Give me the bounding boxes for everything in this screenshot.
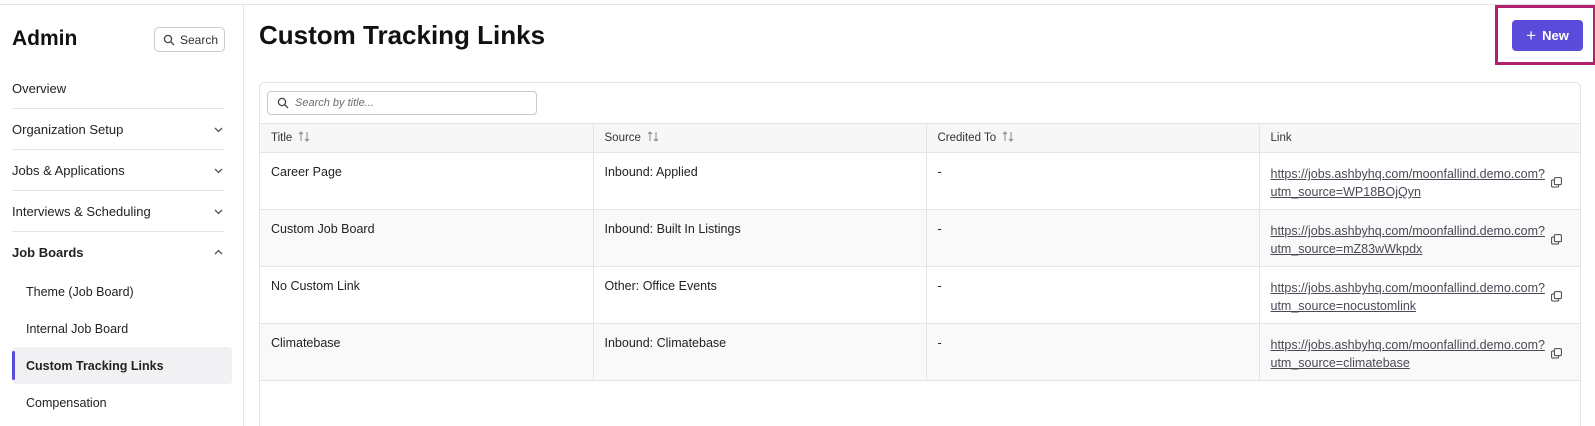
table-search-field[interactable]	[267, 91, 537, 115]
sort-icon[interactable]	[1002, 131, 1014, 145]
sidebar-item-organization-setup[interactable]: Organization Setup	[12, 109, 224, 150]
sort-icon[interactable]	[647, 131, 659, 145]
new-button-label: New	[1542, 28, 1569, 43]
cell-title: Career Page	[260, 152, 593, 210]
cell-credited-to: -	[925, 209, 1259, 267]
sidebar-item-label: Interviews & Scheduling	[12, 203, 151, 219]
chevron-down-icon	[214, 209, 223, 214]
link-line-1: https://jobs.ashbyhq.com/moonfallind.dem…	[1270, 224, 1545, 238]
sidebar-item-overview[interactable]: Overview	[12, 68, 224, 109]
column-header-label: Title	[271, 132, 293, 144]
table-row[interactable]: Career Page Inbound: Applied - https://j…	[260, 152, 1580, 210]
copy-icon[interactable]	[1551, 348, 1562, 359]
column-header-source[interactable]: Source	[592, 123, 926, 153]
tracking-link[interactable]: https://jobs.ashbyhq.com/moonfallind.dem…	[1271, 279, 1556, 315]
sidebar-subitem-theme[interactable]: Theme (Job Board)	[12, 273, 232, 310]
sidebar-item-label: Organization Setup	[12, 121, 124, 137]
search-icon	[277, 97, 289, 109]
cell-credited-to: -	[925, 152, 1259, 210]
tracking-link[interactable]: https://jobs.ashbyhq.com/moonfallind.dem…	[1271, 336, 1556, 372]
sidebar-subitem-custom-tracking-links[interactable]: Custom Tracking Links	[12, 347, 232, 384]
cell-title: Climatebase	[260, 323, 593, 381]
cell-link: https://jobs.ashbyhq.com/moonfallind.dem…	[1258, 266, 1580, 324]
link-line-2: utm_source=mZ83wWkpdx	[1270, 242, 1423, 256]
sort-icon[interactable]	[298, 131, 310, 145]
column-header-label: Credited To	[937, 132, 997, 144]
chevron-down-icon	[214, 127, 223, 132]
plus-icon: +	[1526, 26, 1537, 45]
table-row[interactable]: Custom Job Board Inbound: Built In Listi…	[260, 209, 1580, 267]
cell-title: Custom Job Board	[260, 209, 593, 267]
cell-link: https://jobs.ashbyhq.com/moonfallind.dem…	[1258, 152, 1580, 210]
cell-source: Inbound: Climatebase	[592, 323, 926, 381]
link-line-2: utm_source=WP18BOjQyn	[1270, 185, 1421, 199]
cell-link: https://jobs.ashbyhq.com/moonfallind.dem…	[1258, 323, 1580, 381]
copy-icon[interactable]	[1551, 234, 1562, 245]
link-line-1: https://jobs.ashbyhq.com/moonfallind.dem…	[1270, 338, 1545, 352]
chevron-up-icon	[214, 249, 223, 255]
sidebar-item-label: Overview	[12, 80, 67, 96]
sidebar-item-jobs-applications[interactable]: Jobs & Applications	[12, 150, 224, 191]
sidebar-subitem-label: Compensation	[26, 395, 107, 410]
sidebar-search-button[interactable]: Search	[154, 27, 225, 52]
sidebar-subitem-internal-job-board[interactable]: Internal Job Board	[12, 310, 232, 347]
sidebar-subitem-label: Custom Tracking Links	[26, 358, 164, 373]
cell-credited-to: -	[925, 323, 1259, 381]
sidebar-item-label: Jobs & Applications	[12, 162, 125, 178]
search-icon	[163, 34, 175, 45]
link-line-1: https://jobs.ashbyhq.com/moonfallind.dem…	[1270, 167, 1545, 181]
column-header-link: Link	[1258, 123, 1580, 153]
cell-source: Other: Office Events	[592, 266, 926, 324]
page-title: Custom Tracking Links	[259, 20, 546, 50]
sidebar-subitem-label: Theme (Job Board)	[26, 284, 134, 299]
column-header-label: Link	[1270, 132, 1292, 144]
table-search-input[interactable]	[295, 97, 525, 109]
link-line-2: utm_source=climatebase	[1270, 356, 1410, 370]
table-header-row: Title Source Credited To Link	[260, 123, 1580, 153]
cell-source: Inbound: Applied	[592, 152, 926, 210]
cell-link: https://jobs.ashbyhq.com/moonfallind.dem…	[1258, 209, 1580, 267]
tracking-link[interactable]: https://jobs.ashbyhq.com/moonfallind.dem…	[1271, 222, 1556, 258]
column-header-credited-to[interactable]: Credited To	[925, 123, 1259, 153]
column-header-title[interactable]: Title	[260, 123, 593, 153]
sidebar-item-interviews-scheduling[interactable]: Interviews & Scheduling	[12, 191, 224, 232]
sidebar-title: Admin	[12, 27, 78, 50]
sidebar-search-label: Search	[180, 32, 219, 47]
sidebar-item-label: Job Boards	[12, 245, 84, 260]
cell-title: No Custom Link	[260, 266, 593, 324]
chevron-down-icon	[214, 168, 223, 173]
column-header-label: Source	[604, 132, 641, 144]
cell-source: Inbound: Built In Listings	[592, 209, 926, 267]
copy-icon[interactable]	[1551, 177, 1562, 188]
new-button[interactable]: + New	[1512, 20, 1583, 51]
sidebar-item-job-boards[interactable]: Job Boards	[12, 232, 224, 273]
sidebar-subitem-compensation[interactable]: Compensation	[12, 384, 232, 421]
table-row[interactable]: No Custom Link Other: Office Events - ht…	[260, 266, 1580, 324]
cell-credited-to: -	[925, 266, 1259, 324]
tracking-links-table: Title Source Credited To Link Career Pag…	[260, 123, 1580, 381]
sidebar-subitem-label: Internal Job Board	[26, 321, 129, 336]
link-line-1: https://jobs.ashbyhq.com/moonfallind.dem…	[1270, 281, 1545, 295]
sidebar-nav: Overview Organization Setup Jobs & Appli…	[0, 68, 244, 421]
table-row[interactable]: Climatebase Inbound: Climatebase - https…	[260, 323, 1580, 381]
tracking-links-panel: Title Source Credited To Link Career Pag…	[259, 82, 1581, 426]
link-line-2: utm_source=nocustomlink	[1270, 299, 1417, 313]
tracking-link[interactable]: https://jobs.ashbyhq.com/moonfallind.dem…	[1271, 165, 1556, 201]
copy-icon[interactable]	[1551, 291, 1562, 302]
admin-sidebar: Admin Search Overview Organization Setup…	[0, 5, 244, 426]
